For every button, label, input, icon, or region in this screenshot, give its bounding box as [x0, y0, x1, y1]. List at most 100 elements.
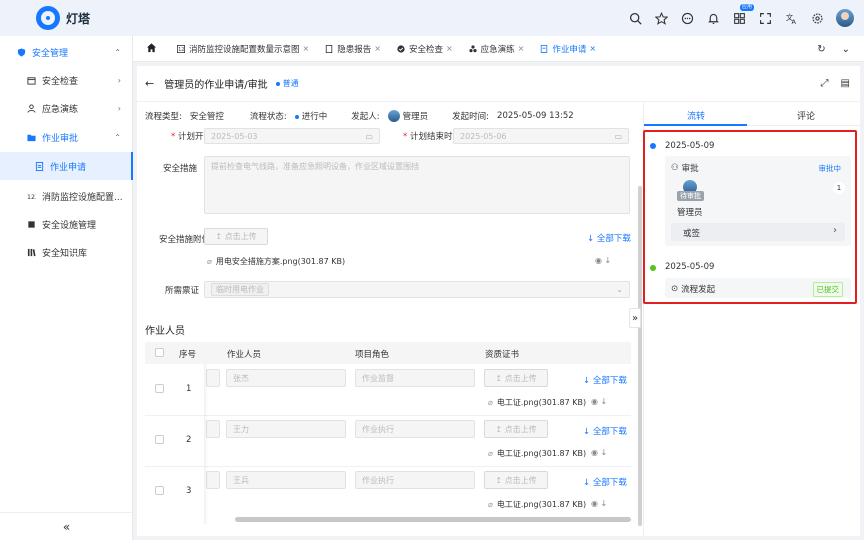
sidebar-item-knowledge-base[interactable]: 安全知识库: [0, 240, 133, 264]
close-icon[interactable]: ×: [303, 44, 310, 53]
cert-upload-button[interactable]: ↥ 点击上传: [484, 471, 548, 489]
chevron-right-icon: ›: [117, 103, 121, 113]
sidebar-item-fire-monitoring[interactable]: 123 消防监控设施配置...: [0, 184, 133, 208]
row-divider: [145, 466, 631, 467]
app-name: 灯塔: [66, 11, 91, 26]
translate-icon[interactable]: 文A: [784, 11, 798, 25]
person-input[interactable]: 王兵: [226, 471, 346, 489]
upload-button[interactable]: ↥ 点击上传: [204, 228, 268, 245]
cert-upload-button[interactable]: ↥ 点击上传: [484, 420, 548, 438]
star-icon[interactable]: [654, 11, 668, 25]
close-icon[interactable]: ×: [589, 44, 596, 53]
role-input[interactable]: 作业监督: [355, 369, 475, 387]
download-icon[interactable]: ↓: [601, 397, 608, 406]
cert-file[interactable]: ⌀ 电工证.png(301.87 KB): [488, 499, 586, 510]
end-time-input[interactable]: 2025-05-06 ▭: [453, 128, 629, 144]
row-checkbox[interactable]: [155, 486, 164, 495]
download-icon[interactable]: ↓: [605, 256, 612, 265]
download-icon[interactable]: ↓: [601, 448, 608, 457]
select-all-checkbox[interactable]: [155, 348, 164, 357]
books-icon: [26, 247, 36, 257]
tab-flow[interactable]: 流转: [687, 109, 705, 122]
back-arrow-icon[interactable]: ←: [145, 77, 154, 90]
row-checkbox[interactable]: [155, 384, 164, 393]
chevron-right-icon: ›: [117, 75, 121, 85]
sidebar-item-label: 应急演练: [42, 104, 79, 115]
cert-file[interactable]: ⌀ 电工证.png(301.87 KB): [488, 448, 586, 459]
check-circle-icon: [397, 44, 405, 53]
app-logo[interactable]: 灯塔: [36, 6, 90, 30]
tab-comments[interactable]: 评论: [797, 109, 815, 122]
shield-icon: [16, 47, 26, 57]
refresh-icon[interactable]: ↻: [817, 44, 825, 55]
role-input[interactable]: 作业执行: [355, 471, 475, 489]
cert-download-all[interactable]: ↓ 全部下载: [583, 425, 627, 437]
horizontal-scrollbar[interactable]: [235, 517, 631, 522]
attachment-file[interactable]: ⌀ 用电安全措施方案.png(301.87 KB): [207, 256, 345, 267]
tab-hazard-report[interactable]: 隐患报告 ×: [317, 36, 389, 62]
number-icon: 123: [26, 191, 36, 201]
cell-stub: [206, 369, 220, 387]
sidebar-item-work-approval[interactable]: 作业审批 ⌃: [0, 125, 133, 149]
start-time-input[interactable]: 2025-05-03 ▭: [204, 128, 380, 144]
close-icon[interactable]: ×: [446, 44, 453, 53]
eye-icon[interactable]: ◉: [591, 448, 598, 457]
top-header: 灯塔 应用 文A: [0, 0, 864, 36]
close-icon[interactable]: ×: [518, 44, 525, 53]
tab-safety-check[interactable]: 安全检查 ×: [389, 36, 461, 62]
gear-icon[interactable]: [810, 11, 824, 25]
expand-icon[interactable]: ⤢: [821, 78, 829, 89]
tab-work-application[interactable]: 作业申请 ×: [532, 36, 604, 62]
person-input[interactable]: 王力: [226, 420, 346, 438]
grid-icon[interactable]: 应用: [732, 4, 754, 25]
sidebar-collapse-button[interactable]: «: [0, 512, 133, 540]
sidebar-item-work-application[interactable]: 作业申请: [0, 152, 133, 180]
download-icon[interactable]: ↓: [601, 499, 608, 508]
chevron-down-icon[interactable]: ⌄: [842, 44, 850, 55]
license-select[interactable]: 临时用电作业 ⌄: [204, 281, 630, 298]
initiator-label: 发起人:: [351, 112, 380, 122]
eye-icon[interactable]: ◉: [591, 499, 598, 508]
tab-fire-monitoring[interactable]: 12 消防监控设施配置数量示意图 ×: [169, 36, 317, 62]
row-divider: [145, 415, 631, 416]
fullscreen-icon[interactable]: [758, 11, 772, 25]
sidebar-item-safety-check[interactable]: 安全检查 ›: [0, 68, 133, 92]
folder-icon: [26, 132, 36, 142]
bell-icon[interactable]: [706, 11, 720, 25]
person-input[interactable]: 张杰: [226, 369, 346, 387]
level-badge: 普通: [276, 78, 299, 89]
layout-icon[interactable]: ▤: [841, 78, 850, 89]
row-checkbox[interactable]: [155, 435, 164, 444]
role-input[interactable]: 作业执行: [355, 420, 475, 438]
eye-icon[interactable]: ◉: [595, 256, 602, 265]
user-avatar[interactable]: [836, 9, 854, 27]
active-tab-underline: [644, 124, 747, 126]
search-icon[interactable]: [628, 11, 642, 25]
vertical-scrollbar[interactable]: [638, 186, 642, 526]
eye-icon[interactable]: ◉: [591, 397, 598, 406]
sidebar-item-safety-facilities[interactable]: 安全设施管理: [0, 212, 133, 236]
status-dot: [294, 114, 299, 119]
message-icon[interactable]: [680, 11, 694, 25]
download-all-link[interactable]: ↓ 全部下载: [587, 232, 631, 244]
sidebar-item-label: 作业审批: [42, 133, 79, 144]
tab-emergency-drill[interactable]: 应急演练 ×: [461, 36, 533, 62]
sidebar-item-label: 安全管理: [32, 48, 69, 59]
panel-toggle-button[interactable]: »: [629, 308, 641, 328]
sidebar: 安全管理 ⌃ 安全检查 › 应急演练 › 作业审批 ⌃ 作业申请 123 消防监…: [0, 36, 133, 540]
time-label: 发起时间:: [452, 112, 490, 122]
cert-download-all[interactable]: ↓ 全部下载: [583, 476, 627, 488]
new-badge: 应用: [739, 4, 754, 11]
time-value: 2025-05-09 13:52: [497, 111, 574, 121]
cert-file[interactable]: ⌀ 电工证.png(301.87 KB): [488, 397, 586, 408]
sidebar-item-safety-management[interactable]: 安全管理 ⌃: [0, 40, 133, 64]
home-tab[interactable]: [133, 36, 169, 62]
close-icon[interactable]: ×: [374, 44, 381, 53]
cert-upload-button[interactable]: ↥ 点击上传: [484, 369, 548, 387]
measures-textarea[interactable]: 提前检查电气线路，准备应急照明设备，作业区域设置围挡: [204, 156, 630, 214]
paperclip-icon: ⌀: [488, 500, 493, 509]
sidebar-item-emergency-drill[interactable]: 应急演练 ›: [0, 96, 133, 120]
cell-stub: [206, 471, 220, 489]
cert-download-all[interactable]: ↓ 全部下载: [583, 374, 627, 386]
calendar-icon: ▭: [614, 131, 622, 141]
